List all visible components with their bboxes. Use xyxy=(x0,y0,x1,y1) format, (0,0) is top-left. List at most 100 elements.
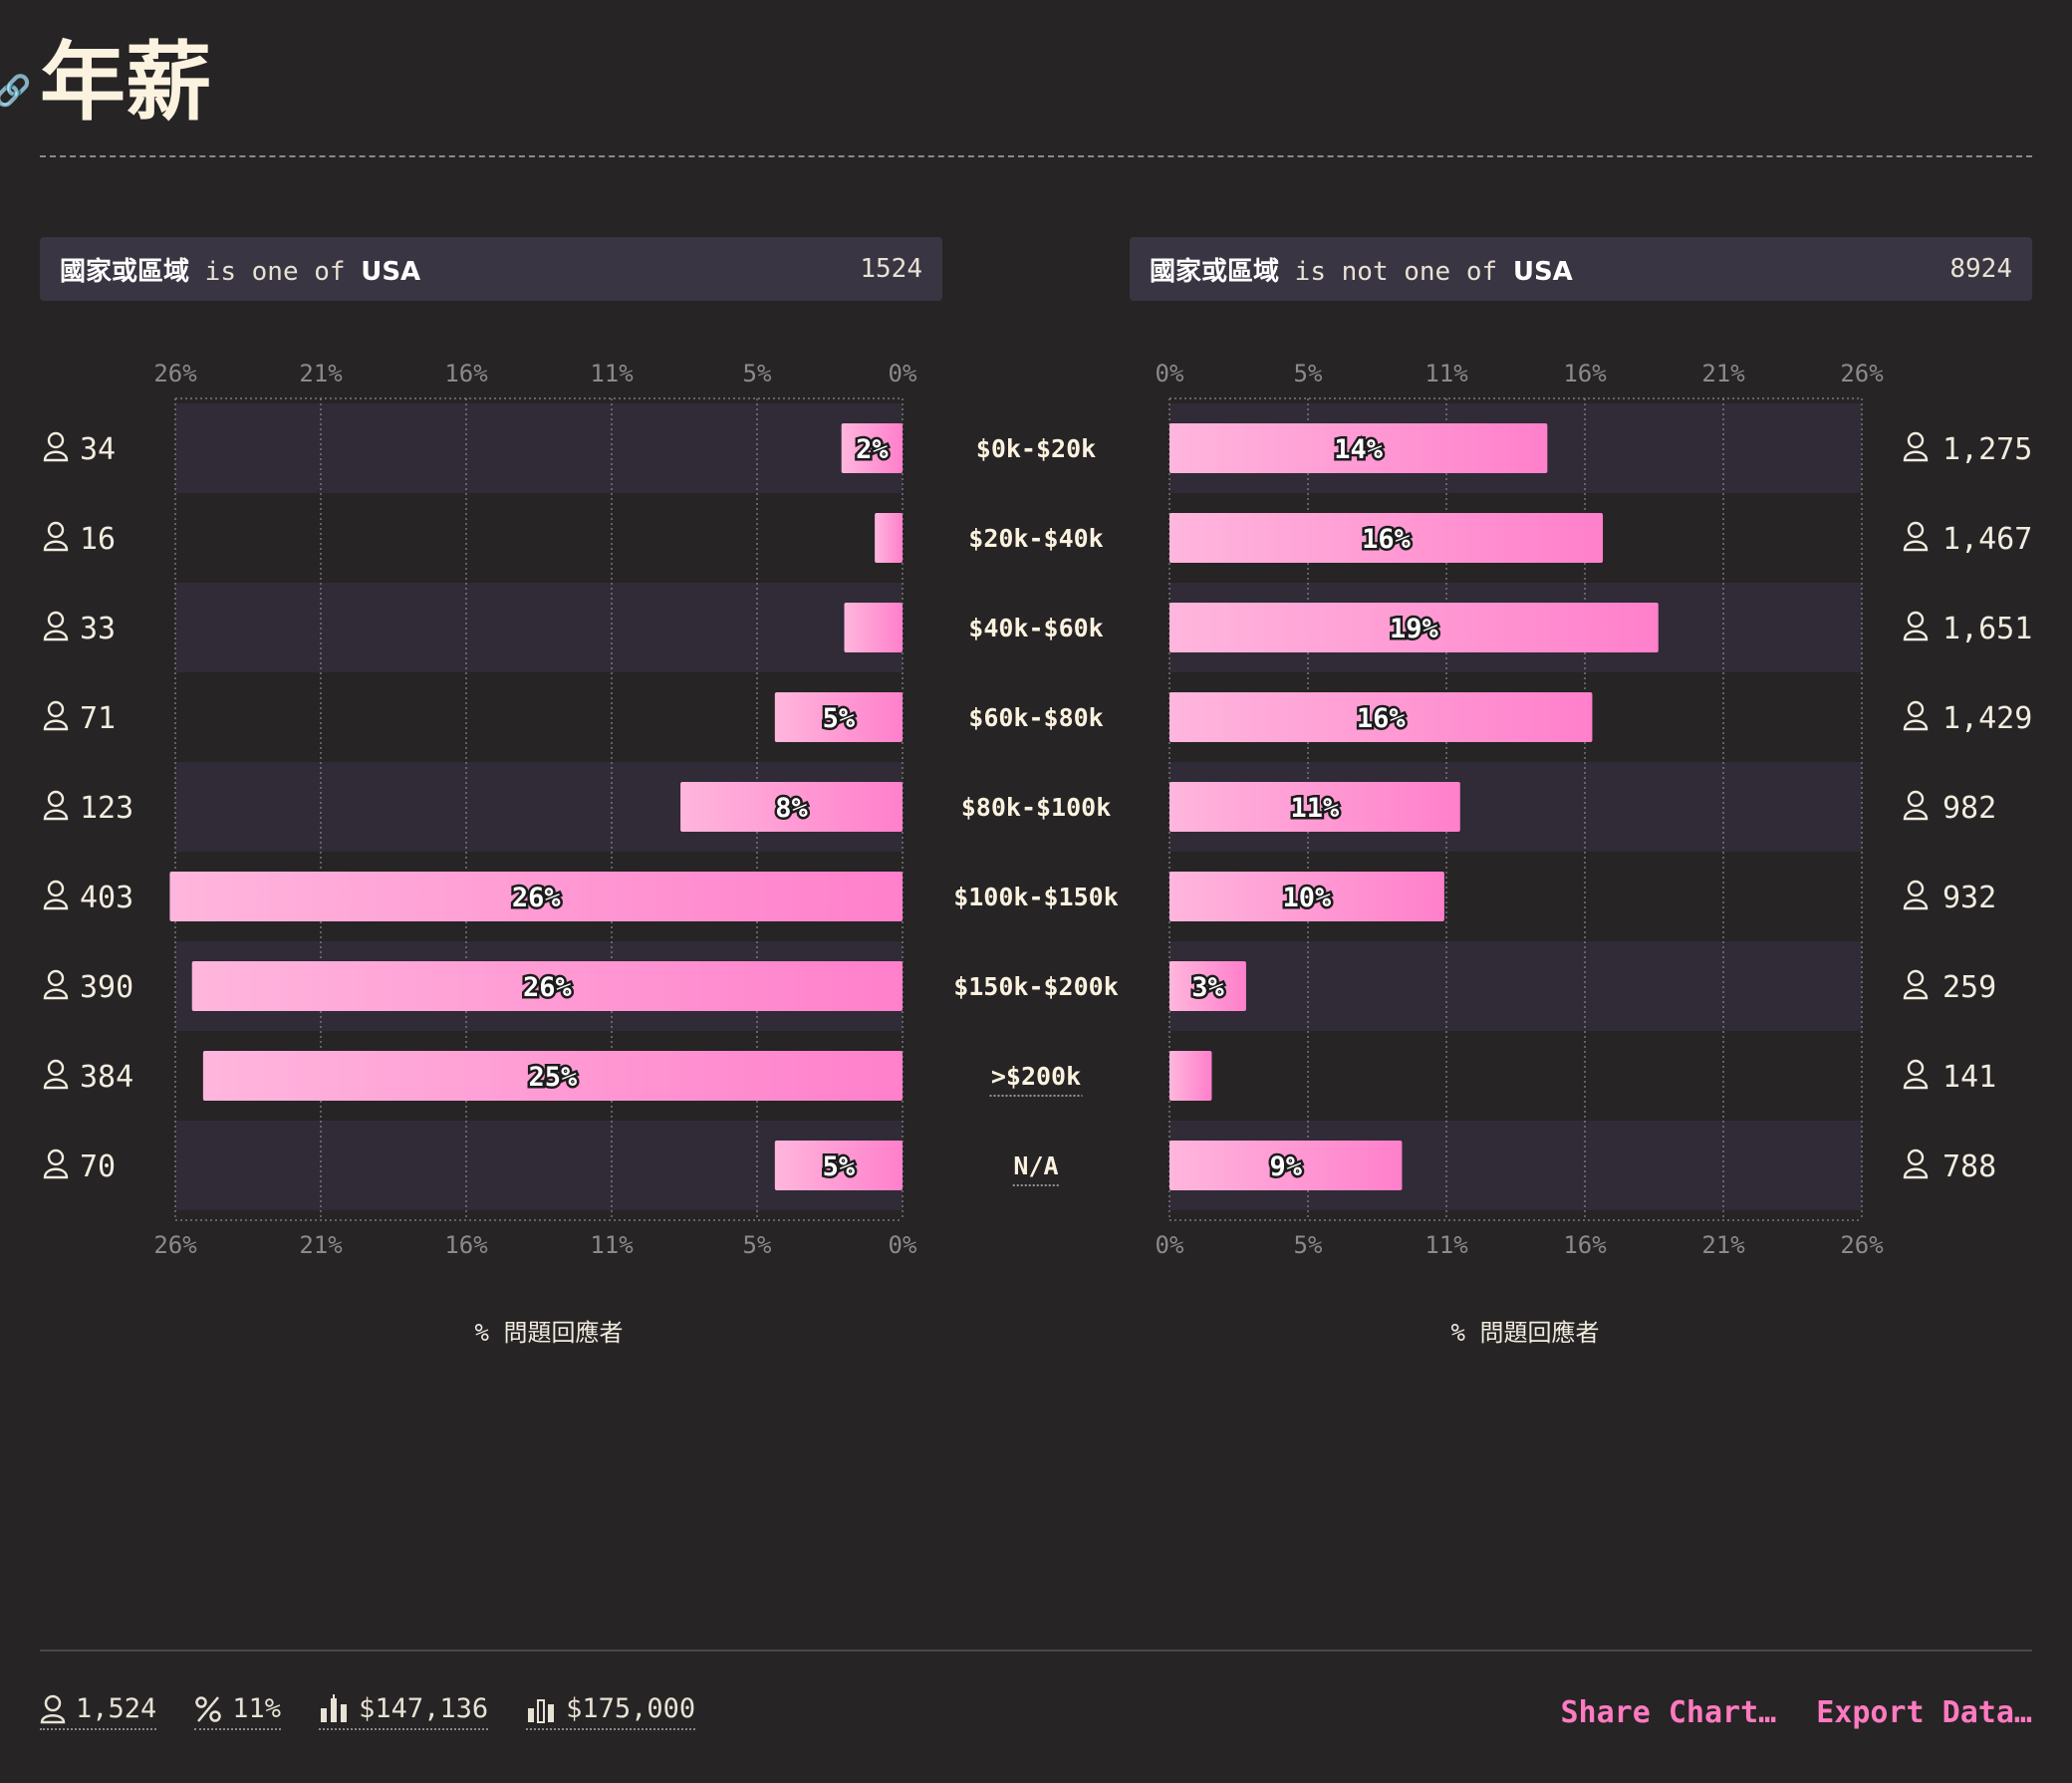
category-label: N/A xyxy=(1013,1151,1058,1180)
x-tick-label-bottom: 16% xyxy=(1563,1231,1607,1259)
respondent-count: 259 xyxy=(1942,970,1996,1005)
person-icon xyxy=(1907,431,1925,449)
respondent-count: 384 xyxy=(80,1060,133,1095)
person-icon xyxy=(1903,719,1929,731)
respondent-count: 403 xyxy=(80,881,133,915)
x-tick-label-top: 11% xyxy=(590,360,634,387)
x-tick-label-top: 26% xyxy=(153,360,197,387)
x-tick-label-top: 5% xyxy=(743,360,772,387)
person-icon xyxy=(1903,898,1929,910)
x-tick-label-bottom: 11% xyxy=(1424,1231,1468,1259)
x-tick-label-top: 21% xyxy=(1701,360,1745,387)
x-tick-label-top: 26% xyxy=(1840,360,1884,387)
bar-value-label: 5% xyxy=(823,703,856,734)
category-label: $80k-$100k xyxy=(961,793,1112,822)
category-label: $20k-$40k xyxy=(968,524,1103,553)
category-label: >$200k xyxy=(991,1062,1081,1091)
person-icon xyxy=(1903,988,1929,1000)
x-tick-label-bottom: 5% xyxy=(743,1231,772,1259)
person-icon xyxy=(47,611,65,629)
person-icon xyxy=(43,988,69,1000)
person-icon xyxy=(1907,611,1925,629)
respondent-count: 390 xyxy=(80,970,133,1005)
x-tick-label-top: 11% xyxy=(1424,360,1468,387)
x-tick-label-bottom: 21% xyxy=(299,1231,343,1259)
person-icon xyxy=(43,719,69,731)
person-icon xyxy=(43,630,69,641)
summary-stats: 1,524 11% $147,136 $175,000 xyxy=(40,1693,696,1730)
bar-value-label: 14% xyxy=(1334,434,1384,465)
category-label: $0k-$20k xyxy=(976,434,1096,463)
respondent-count: 1,651 xyxy=(1942,612,2032,646)
person-icon xyxy=(1903,540,1929,552)
bar-value-label: 25% xyxy=(529,1062,579,1093)
x-tick-label-top: 0% xyxy=(1156,360,1184,387)
percent-stat[interactable]: 11% xyxy=(194,1693,282,1730)
x-axis-title: % 問題回應者 xyxy=(1451,1319,1600,1347)
respondents-value: 1,524 xyxy=(76,1693,157,1724)
person-icon xyxy=(47,790,65,808)
respondent-count: 16 xyxy=(80,522,116,557)
person-icon xyxy=(1903,1167,1929,1179)
category-label: $150k-$200k xyxy=(953,972,1119,1001)
x-tick-label-bottom: 16% xyxy=(444,1231,488,1259)
person-icon xyxy=(43,898,69,910)
bar-value-label: 26% xyxy=(523,972,573,1003)
mean-chart-icon xyxy=(319,1693,349,1724)
bar xyxy=(875,513,903,563)
respondent-count: 788 xyxy=(1942,1149,1996,1184)
person-icon xyxy=(47,1059,65,1077)
median-stat[interactable]: $175,000 xyxy=(526,1693,696,1730)
respondent-count: 70 xyxy=(80,1149,116,1184)
salary-chart: 26% 26% 21% 21% 16% 16% 11% 11% 5% 5% 0% 0% 2% 34 16 33… xyxy=(43,360,2032,1347)
x-tick-label-bottom: 21% xyxy=(1701,1231,1745,1259)
person-icon xyxy=(47,969,65,987)
x-tick-label-bottom: 5% xyxy=(1294,1231,1323,1259)
person-icon xyxy=(1907,790,1925,808)
category-label: $60k-$80k xyxy=(968,703,1103,732)
person-icon xyxy=(1903,450,1929,462)
respondent-count: 1,467 xyxy=(1942,522,2032,557)
bar-value-label: 2% xyxy=(856,434,889,465)
x-tick-label-bottom: 11% xyxy=(590,1231,634,1259)
bar-value-label: 3% xyxy=(1191,972,1224,1003)
share-chart-button[interactable]: Share Chart… xyxy=(1561,1695,1777,1730)
bar-value-label: 5% xyxy=(823,1151,856,1182)
bar-value-label: 9% xyxy=(1269,1151,1302,1182)
median-value: $175,000 xyxy=(566,1693,696,1724)
person-icon xyxy=(43,1167,69,1179)
mean-stat[interactable]: $147,136 xyxy=(319,1693,489,1730)
x-tick-label-top: 5% xyxy=(1294,360,1323,387)
category-label: $40k-$60k xyxy=(968,614,1103,642)
x-tick-label-bottom: 0% xyxy=(1156,1231,1184,1259)
bar-value-label: 16% xyxy=(1357,703,1407,734)
export-data-button[interactable]: Export Data… xyxy=(1816,1695,2032,1730)
person-icon xyxy=(47,880,65,897)
person-icon xyxy=(47,521,65,539)
person-icon xyxy=(1907,1148,1925,1166)
person-icon xyxy=(43,450,69,462)
person-icon xyxy=(47,1148,65,1166)
respondents-stat[interactable]: 1,524 xyxy=(40,1693,157,1730)
x-tick-label-bottom: 26% xyxy=(153,1231,197,1259)
bar xyxy=(844,603,903,652)
respondent-count: 932 xyxy=(1942,881,1996,915)
person-icon xyxy=(47,700,65,718)
person-icon xyxy=(43,1078,69,1090)
person-icon xyxy=(47,431,65,449)
person-icon xyxy=(40,1694,66,1724)
person-icon xyxy=(1907,521,1925,539)
person-icon xyxy=(1907,700,1925,718)
person-icon xyxy=(1903,630,1929,641)
respondent-count: 34 xyxy=(80,432,116,467)
respondent-count: 33 xyxy=(80,612,116,646)
person-icon xyxy=(1903,809,1929,821)
row-band-right xyxy=(1169,941,1862,1031)
category-label: $100k-$150k xyxy=(953,883,1119,911)
row-band-left xyxy=(175,403,903,493)
mean-value: $147,136 xyxy=(359,1693,489,1724)
bar-value-label: 16% xyxy=(1362,524,1412,555)
person-icon xyxy=(1907,969,1925,987)
bar-value-label: 26% xyxy=(512,883,562,913)
x-tick-label-bottom: 0% xyxy=(889,1231,917,1259)
